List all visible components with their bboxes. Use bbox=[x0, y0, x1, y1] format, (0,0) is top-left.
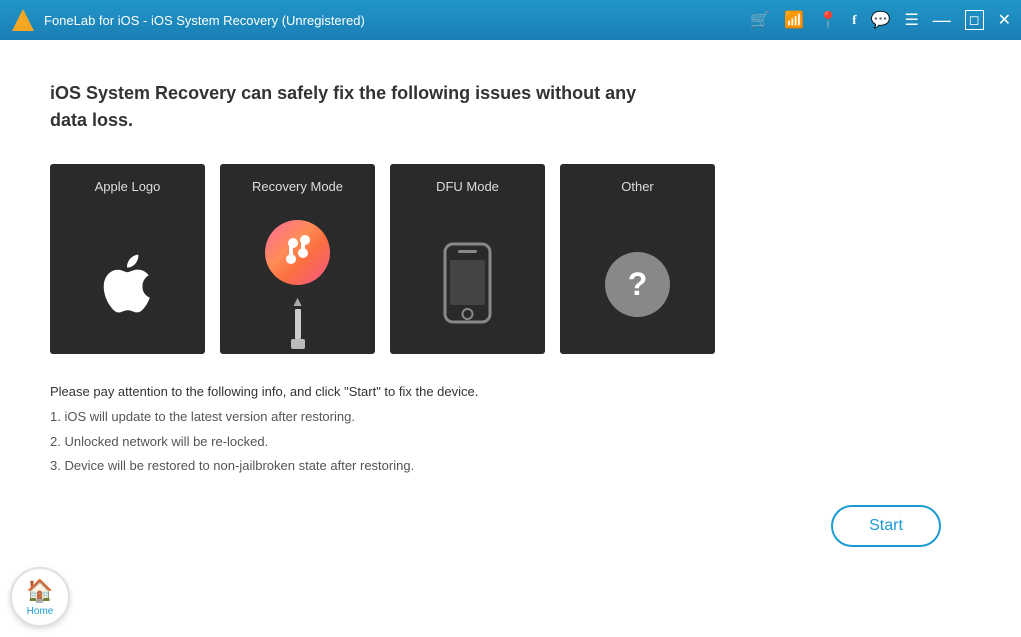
start-button[interactable]: Start bbox=[831, 505, 941, 547]
close-button[interactable]: ✕ bbox=[998, 10, 1011, 30]
dfu-mode-label: DFU Mode bbox=[436, 179, 499, 194]
minimize-button[interactable]: — bbox=[933, 11, 951, 29]
recovery-mode-label: Recovery Mode bbox=[252, 179, 343, 194]
apple-logo-icon bbox=[98, 214, 158, 354]
info-item-3: 3. Device will be restored to non-jailbr… bbox=[50, 456, 971, 476]
app-icon bbox=[10, 7, 36, 33]
apple-logo-label: Apple Logo bbox=[95, 179, 161, 194]
info-section: Please pay attention to the following in… bbox=[50, 384, 971, 476]
main-content: iOS System Recovery can safely fix the f… bbox=[0, 40, 1021, 637]
pin-icon[interactable]: 📍 bbox=[818, 10, 838, 30]
mode-card-other[interactable]: Other ? bbox=[560, 164, 715, 354]
title-bar: FoneLab for iOS - iOS System Recovery (U… bbox=[0, 0, 1021, 40]
info-list: 1. iOS will update to the latest version… bbox=[50, 407, 971, 476]
wifi-icon[interactable]: 📶 bbox=[784, 10, 804, 30]
mode-cards-container: Apple Logo Recovery Mode bbox=[50, 164, 971, 354]
other-label: Other bbox=[621, 179, 654, 194]
cable-icon: ▲ bbox=[291, 293, 305, 349]
home-label: Home bbox=[27, 606, 54, 617]
info-header-text: Please pay attention to the following in… bbox=[50, 384, 971, 399]
mode-card-dfu-mode[interactable]: DFU Mode bbox=[390, 164, 545, 354]
chat-icon[interactable]: 💬 bbox=[871, 10, 891, 30]
info-item-1: 1. iOS will update to the latest version… bbox=[50, 407, 971, 427]
headline-text: iOS System Recovery can safely fix the f… bbox=[50, 80, 650, 134]
mode-card-recovery-mode[interactable]: Recovery Mode ▲ bbox=[220, 164, 375, 354]
mode-card-apple-logo[interactable]: Apple Logo bbox=[50, 164, 205, 354]
itunes-circle-icon bbox=[265, 220, 330, 285]
home-nav-button[interactable]: 🏠 Home bbox=[10, 567, 70, 627]
dfu-mode-icon bbox=[440, 214, 495, 354]
recovery-mode-icon: ▲ bbox=[265, 214, 330, 354]
question-mark-icon: ? bbox=[605, 252, 670, 317]
window-title: FoneLab for iOS - iOS System Recovery (U… bbox=[44, 13, 365, 28]
info-item-2: 2. Unlocked network will be re-locked. bbox=[50, 432, 971, 452]
menu-icon[interactable]: ☰ bbox=[904, 10, 918, 30]
facebook-icon[interactable]: f bbox=[852, 12, 856, 28]
cart-icon[interactable]: 🛒 bbox=[750, 10, 770, 30]
other-mode-icon: ? bbox=[605, 214, 670, 354]
home-icon: 🏠 bbox=[26, 578, 53, 604]
maximize-button[interactable]: ◻ bbox=[965, 10, 984, 30]
